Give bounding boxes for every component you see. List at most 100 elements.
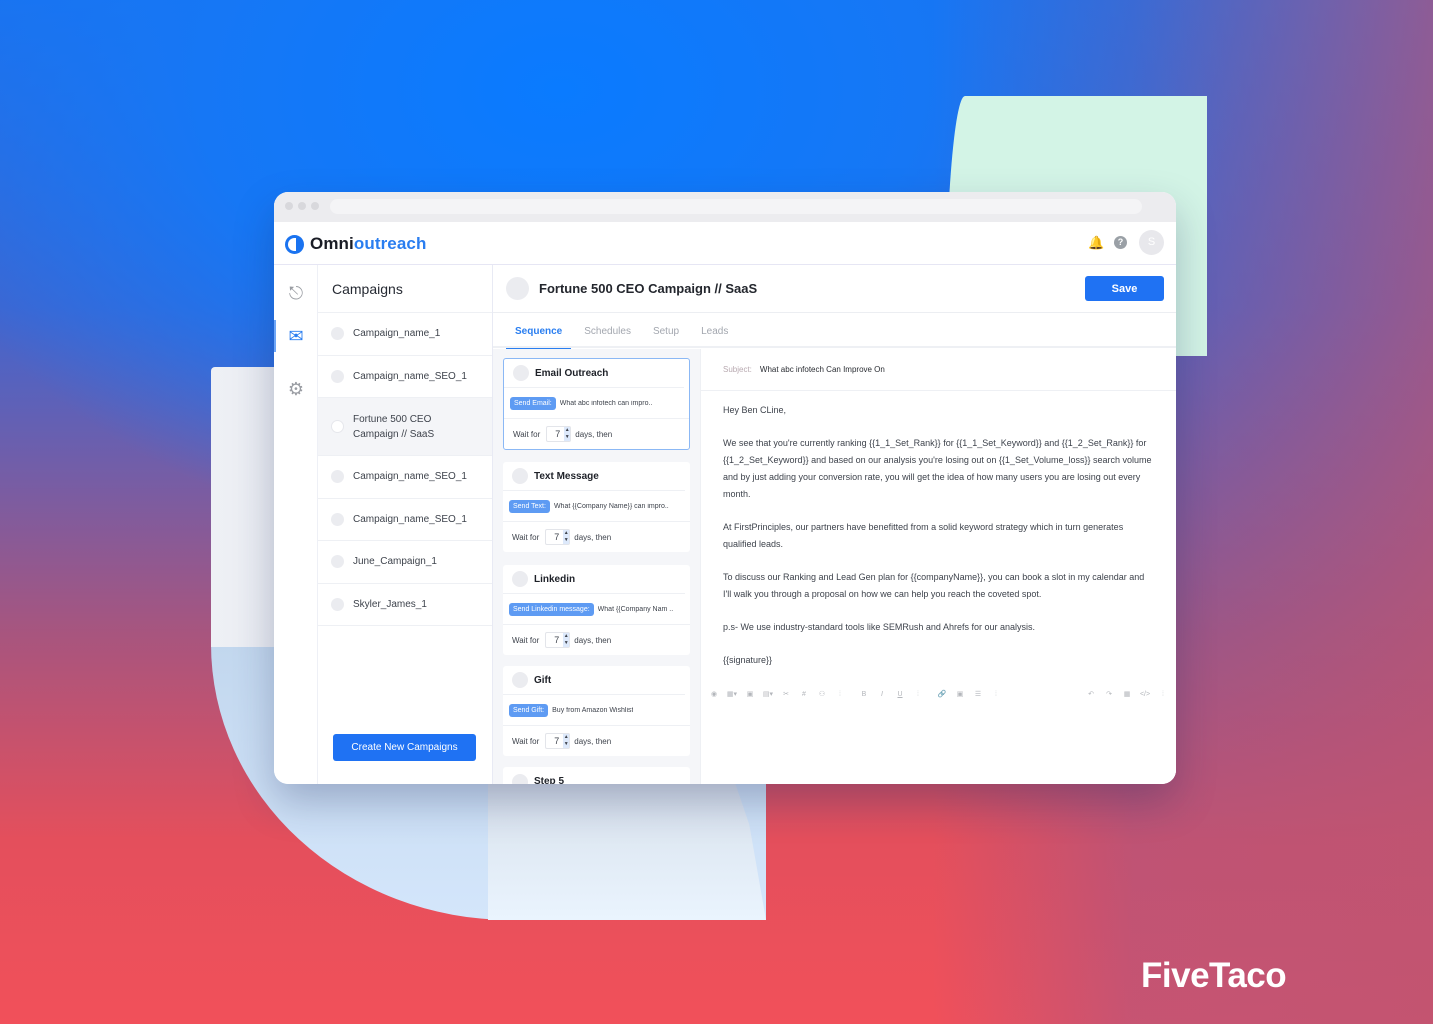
wait-suffix: days, then — [575, 429, 613, 439]
wait-days-stepper[interactable]: 7 ▲ ▼ — [546, 426, 572, 442]
step-icon — [512, 468, 528, 484]
wait-days-stepper[interactable]: 7 ▲ ▼ — [545, 733, 571, 749]
email-editor: Subject: What abc infotech Can Improve O… — [701, 349, 1176, 784]
campaign-item[interactable]: Campaign_name_1 — [318, 313, 492, 356]
wait-label: Wait for — [512, 635, 540, 645]
window-dot[interactable] — [285, 202, 293, 210]
hashtag-icon[interactable]: # — [795, 691, 813, 698]
editor-toolbar: ◉ ▦▾ ▣ ▤▾ ✂ # ⚇ ⁞ B I U ⁞ 🔗 ▣ ☰ ⁞ ↶ ↷ ▦ … — [705, 688, 1172, 700]
step-card-gift[interactable]: Gift Send Gift: Buy from Amazon Wishlist… — [503, 666, 690, 756]
image-icon[interactable]: ▣ — [741, 690, 759, 698]
code-icon[interactable]: </> — [1136, 691, 1154, 698]
step-badge: Send Linkedin message: — [509, 602, 594, 616]
italic-icon[interactable]: I — [873, 691, 891, 698]
campaign-label: Campaign_name_SEO_1 — [353, 471, 467, 483]
stepper-arrows-icon[interactable]: ▲ ▼ — [563, 734, 570, 748]
bell-icon[interactable]: 🔔 — [1088, 235, 1104, 251]
tab-sequence[interactable]: Sequence — [506, 313, 572, 350]
app-body: ⎋ ✉ ⚙ Campaigns Campaign_name_1 Campaign… — [274, 265, 1176, 784]
stepper-arrows-icon[interactable]: ▲ ▼ — [564, 427, 571, 441]
rail-item-campaigns[interactable]: ✉ — [274, 319, 318, 353]
window-dot[interactable] — [311, 202, 319, 210]
campaign-radio[interactable] — [331, 420, 344, 433]
template-icon[interactable]: ▤▾ — [759, 690, 777, 698]
step-card-5[interactable]: Step 5 — [503, 767, 690, 784]
email-paragraph: To discuss our Ranking and Lead Gen plan… — [723, 572, 1145, 599]
subject-row[interactable]: Subject: What abc infotech Can Improve O… — [701, 349, 1176, 391]
email-paragraph: p.s- We use industry-standard tools like… — [723, 622, 1035, 632]
wait-row: Wait for 7 ▲ ▼ days, then — [503, 522, 690, 552]
rail-item-settings[interactable]: ⚙ — [274, 372, 318, 406]
step-header: Step 5 — [503, 767, 685, 784]
stepper-arrows-icon[interactable]: ▲ ▼ — [563, 633, 570, 647]
scissors-icon[interactable]: ✂ — [777, 690, 795, 698]
campaign-radio[interactable] — [331, 597, 344, 611]
email-paragraph: We see that you're currently ranking {{1… — [723, 438, 1152, 499]
campaign-label: Campaign_name_SEO_1 — [353, 513, 467, 525]
app-logo[interactable]: Omnioutreach — [285, 234, 426, 254]
step-header: Gift — [503, 666, 685, 695]
help-icon[interactable]: ? — [1114, 236, 1127, 249]
media-icon[interactable]: ▣ — [951, 690, 969, 698]
person-icon[interactable]: ⚇ — [813, 690, 831, 698]
inbox-tray-icon: ⎋ — [288, 282, 304, 303]
campaign-label: June_Campaign_1 — [353, 556, 437, 568]
campaign-header: Fortune 500 CEO Campaign // SaaS Save — [493, 265, 1176, 313]
step-badge: Send Text: — [509, 499, 550, 513]
campaign-radio[interactable] — [331, 327, 344, 341]
step-card-text[interactable]: Text Message Send Text: What {{Company N… — [503, 462, 690, 552]
campaign-radio[interactable] — [331, 512, 344, 526]
step-icon — [513, 365, 529, 381]
preview-icon[interactable]: ◉ — [705, 690, 723, 698]
create-campaign-button[interactable]: Create New Campaigns — [333, 734, 476, 761]
campaign-item[interactable]: Campaign_name_SEO_1 — [318, 456, 492, 499]
step-action[interactable]: Send Linkedin message: What {{Company Na… — [503, 594, 690, 625]
table-icon[interactable]: ▦▾ — [723, 690, 741, 698]
logo-text: Omnioutreach — [310, 234, 427, 253]
step-action[interactable]: Send Text: What {{Company Name}} can imp… — [503, 491, 690, 522]
step-action[interactable]: Send Gift: Buy from Amazon Wishlist — [503, 695, 690, 726]
subject-label: Subject: — [723, 365, 752, 374]
sequence-panel: Email Outreach Send Email: What abc info… — [493, 349, 701, 784]
campaign-item[interactable]: Campaign_name_SEO_1 — [318, 356, 492, 398]
campaign-radio[interactable] — [331, 470, 344, 484]
campaign-title: Fortune 500 CEO Campaign // SaaS — [539, 281, 758, 296]
subject-input[interactable]: What abc infotech Can Improve On — [760, 365, 885, 374]
redo-icon[interactable]: ↷ — [1100, 690, 1118, 698]
list-icon[interactable]: ☰ — [969, 690, 987, 698]
tab-leads[interactable]: Leads — [692, 313, 737, 348]
underline-icon[interactable]: U — [891, 691, 909, 698]
user-avatar[interactable]: S — [1139, 230, 1164, 255]
step-card-linkedin[interactable]: Linkedin Send Linkedin message: What {{C… — [503, 565, 690, 655]
campaign-label: Campaign_name_1 — [353, 328, 441, 340]
step-title: Text Message — [534, 470, 599, 482]
wait-days-stepper[interactable]: 7 ▲ ▼ — [545, 529, 571, 545]
window-dot[interactable] — [298, 202, 306, 210]
campaign-item-selected[interactable]: Fortune 500 CEO Campaign // SaaS — [318, 398, 492, 456]
step-preview: What {{Company Nam .. — [597, 605, 674, 613]
step-header: Linkedin — [503, 565, 685, 594]
undo-icon[interactable]: ↶ — [1082, 690, 1100, 698]
wait-days-stepper[interactable]: 7 ▲ ▼ — [545, 632, 571, 648]
email-paragraph: At FirstPrinciples, our partners have be… — [723, 522, 1124, 549]
grid-icon[interactable]: ▦ — [1118, 690, 1136, 698]
campaign-item[interactable]: Skyler_James_1 — [318, 584, 492, 626]
url-bar[interactable] — [330, 199, 1142, 214]
save-button[interactable]: Save — [1085, 276, 1164, 301]
campaign-radio[interactable] — [331, 369, 344, 383]
tab-schedules[interactable]: Schedules — [575, 313, 640, 348]
step-card-email[interactable]: Email Outreach Send Email: What abc info… — [503, 358, 690, 450]
bold-icon[interactable]: B — [855, 691, 873, 698]
email-body[interactable]: Hey Ben CLine, We see that you're curren… — [701, 391, 1176, 669]
campaign-item[interactable]: June_Campaign_1 — [318, 541, 492, 584]
link-icon[interactable]: 🔗 — [933, 690, 951, 698]
step-action[interactable]: Send Email: What abc infotech can impro.… — [504, 388, 689, 419]
stepper-arrows-icon[interactable]: ▲ ▼ — [563, 530, 570, 544]
campaigns-heading: Campaigns — [318, 265, 492, 313]
tab-setup[interactable]: Setup — [644, 313, 688, 348]
campaign-radio[interactable] — [331, 555, 344, 569]
wait-days-value: 7 — [555, 429, 561, 439]
toolbar-separator: ⁞ — [995, 690, 997, 698]
campaign-item[interactable]: Campaign_name_SEO_1 — [318, 499, 492, 541]
rail-item-inbox[interactable]: ⎋ — [274, 276, 318, 310]
